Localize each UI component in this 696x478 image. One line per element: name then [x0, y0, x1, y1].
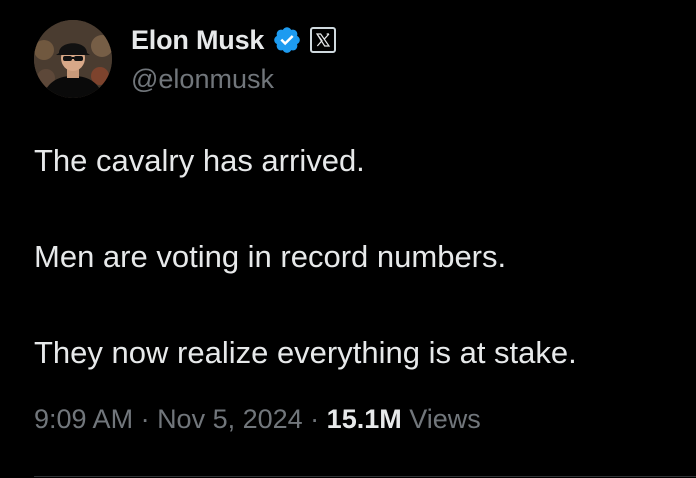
views-count[interactable]: 15.1M	[327, 404, 402, 434]
avatar[interactable]	[34, 20, 112, 98]
x-logo-icon[interactable]	[310, 27, 337, 53]
tweet-text: The cavalry has arrived. Men are voting …	[34, 137, 674, 377]
author-handle[interactable]: @elonmusk	[131, 64, 274, 95]
meta-separator: ·	[302, 404, 327, 434]
divider	[34, 476, 696, 477]
views-label[interactable]: Views	[409, 404, 481, 434]
author-display-name[interactable]: Elon Musk	[131, 25, 264, 56]
verified-badge-icon[interactable]	[272, 25, 302, 55]
tweet-card: Elon Musk @elonmusk The cavalry has arri…	[0, 0, 696, 478]
tweet-line: Men are voting in record numbers.	[34, 239, 507, 274]
author-name-row: Elon Musk	[131, 22, 337, 58]
tweet-time[interactable]: 9:09 AM	[34, 404, 133, 434]
meta-separator: ·	[133, 404, 158, 434]
tweet-line: They now realize everything is at stake.	[34, 335, 577, 370]
avatar-photo-icon	[34, 20, 112, 98]
tweet-date[interactable]: Nov 5, 2024	[157, 404, 303, 434]
tweet-line: The cavalry has arrived.	[34, 143, 365, 178]
tweet-meta: 9:09 AM · Nov 5, 2024 · 15.1M Views	[34, 404, 481, 435]
